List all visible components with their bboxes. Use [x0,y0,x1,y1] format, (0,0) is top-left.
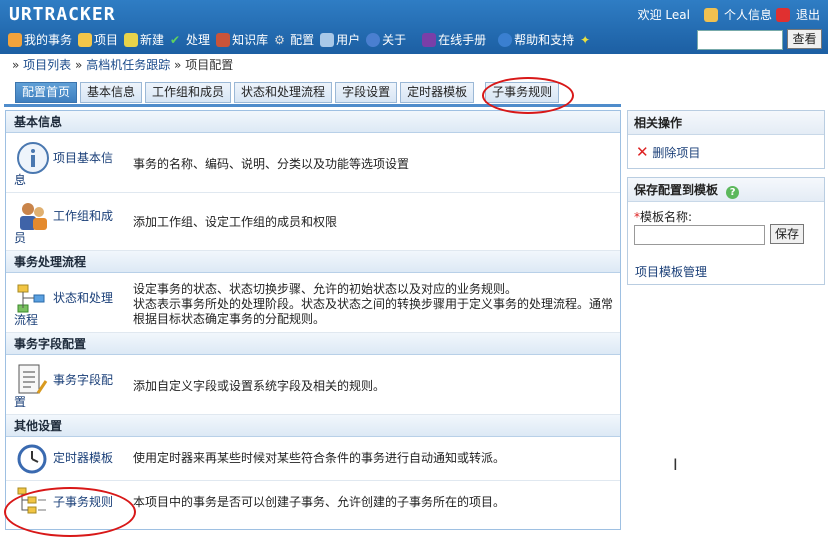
annotation-ring-tab [482,77,574,114]
search-input[interactable] [697,30,783,50]
breadcrumb-project-list[interactable]: 项目列表 [23,58,71,72]
workgroup-people-icon [20,203,47,230]
gear-icon: ⚙ [274,32,285,47]
nav-projects[interactable]: 项目 [78,31,118,48]
check-icon: ✔ [170,32,181,47]
welcome-text: 欢迎 Leal [637,8,690,22]
profile-icon [703,7,718,22]
list-item: 事务字段配 置 添加自定义字段或设置系统字段及相关的规则。 [6,355,620,415]
star-icon[interactable]: ✦ [580,33,594,47]
field-form-icon [18,364,48,394]
related-ops-body: ✕ 删除项目 [628,135,824,169]
list-item: 状态和处理 流程 设定事务的状态、状态切换步骤、允许的初始状态以及对应的业务规则… [6,273,620,333]
help-circle-icon[interactable]: ? [726,186,740,199]
annotation-ring-subtask [4,487,136,537]
nav-process[interactable]: ✔ 处理 [170,31,210,48]
workgroup-link-cont[interactable]: 员 [14,229,26,247]
tab-basic-info[interactable]: 基本信息 [80,82,143,103]
section-flow-title: 事务处理流程 [6,251,620,273]
list-item: 定时器模板 使用定时器来再某些时候对某些符合条件的事务进行自动通知或转派。 [6,437,620,481]
database-icon [78,32,93,47]
workgroup-desc: 添加工作组、设定工作组的成员和权限 [133,215,338,229]
search-button[interactable]: 查看 [787,29,822,49]
list-item: 项目基本信 息 事务的名称、编码、说明、分类以及功能等选项设置 [6,133,620,193]
related-ops-panel: 相关操作 ✕ 删除项目 [627,110,825,169]
nav-help[interactable]: 帮助和支持 [498,31,574,48]
fields-link-cont[interactable]: 置 [14,393,26,411]
books-icon [216,32,231,47]
basic-info-link-cont[interactable]: 息 [14,171,26,189]
manual-icon [422,32,437,47]
delete-project-link[interactable]: 删除项目 [652,146,700,160]
app-logo: URTRACKER [9,4,116,25]
timer-template-desc: 使用定时器来再某些时候对某些符合条件的事务进行自动通知或转派。 [133,451,506,465]
nav-config[interactable]: ⚙ 配置 [274,31,314,48]
top-header: URTRACKER 欢迎 Leal 个人信息 退出 我的事务 项目 新建 ✔ 处理… [0,0,828,54]
status-flow-link[interactable]: 状态和处理 [53,289,113,307]
status-flow-desc-3: 根据目标状态确定事务的分配规则。 [133,312,326,326]
tab-fields[interactable]: 字段设置 [335,82,398,103]
timer-template-link[interactable]: 定时器模板 [53,449,113,467]
info-icon [366,32,381,47]
breadcrumb-project[interactable]: 高档机任务跟踪 [86,58,170,72]
tab-config-home[interactable]: 配置首页 [15,82,78,103]
breadcrumb-current: 项目配置 [185,58,234,72]
nav-users[interactable]: 用户 [320,31,360,48]
user-area: 欢迎 Leal 个人信息 退出 [638,6,820,23]
template-name-label: *模板名称: [634,210,693,224]
logout-link[interactable]: 退出 [796,6,820,23]
home-icon [8,32,22,47]
main-nav: 我的事务 项目 新建 ✔ 处理 知识库 ⚙ 配置 用户 关于 在线手册 帮助和支持 … [8,31,596,48]
info-circle-icon [17,142,49,174]
status-flow-desc-1: 设定事务的状态、状态切换步骤、允许的初始状态以及对应的业务规则。 [133,282,518,296]
help-icon [498,32,513,47]
template-manage-link[interactable]: 项目模板管理 [635,263,707,280]
config-main-panel: 基本信息 项目基本信 息 事务的名称、编码、说明、分类以及功能等选项设置 工作组… [5,110,621,530]
profile-link[interactable]: 个人信息 [724,6,772,23]
nav-knowledge[interactable]: 知识库 [216,31,268,48]
section-fields-title: 事务字段配置 [6,333,620,355]
status-flow-link-cont[interactable]: 流程 [14,311,38,329]
tab-timer-templates[interactable]: 定时器模板 [400,82,475,103]
status-flow-desc-2: 状态表示事务所处的处理阶段。状态及状态之间的转换步骤用于定义事务的处理流程。通常 [133,297,614,311]
related-ops-title: 相关操作 [628,111,824,135]
save-template-title: 保存配置到模板 ? [628,178,824,202]
nav-new[interactable]: 新建 [124,31,164,48]
text-cursor-icon: I [673,455,678,474]
fields-link[interactable]: 事务字段配 [53,371,113,389]
nav-about[interactable]: 关于 [366,31,406,48]
new-icon [124,32,139,47]
delete-x-icon: ✕ [636,143,649,161]
nav-my-tasks[interactable]: 我的事务 [8,31,72,48]
config-tabs: 配置首页 基本信息 工作组和成员 状态和处理流程 字段设置 定时器模板 子事务规… [15,82,560,103]
section-basic-title: 基本信息 [6,111,620,133]
basic-info-link[interactable]: 项目基本信 [53,149,113,167]
tab-status-flow[interactable]: 状态和处理流程 [234,82,333,103]
section-other-title: 其他设置 [6,415,620,437]
clock-icon [17,444,47,474]
save-template-button[interactable]: 保存 [770,224,804,244]
fields-desc: 添加自定义字段或设置系统字段及相关的规则。 [133,379,386,393]
basic-info-desc: 事务的名称、编码、说明、分类以及功能等选项设置 [133,157,410,171]
workgroup-link[interactable]: 工作组和成 [53,207,113,225]
logout-icon [775,7,790,22]
save-template-panel: 保存配置到模板 ? *模板名称: 保存 项目模板管理 [627,177,825,285]
users-icon [320,32,335,47]
list-item: 工作组和成 员 添加工作组、设定工作组的成员和权限 [6,193,620,251]
nav-manual[interactable]: 在线手册 [422,31,486,48]
subtask-rules-desc: 本项目中的事务是否可以创建子事务、允许创建的子事务所在的项目。 [133,495,506,509]
tab-workgroups[interactable]: 工作组和成员 [145,82,232,103]
template-name-input[interactable] [634,225,765,245]
breadcrumb: » 项目列表 » 高档机任务跟踪 » 项目配置 [12,58,234,72]
